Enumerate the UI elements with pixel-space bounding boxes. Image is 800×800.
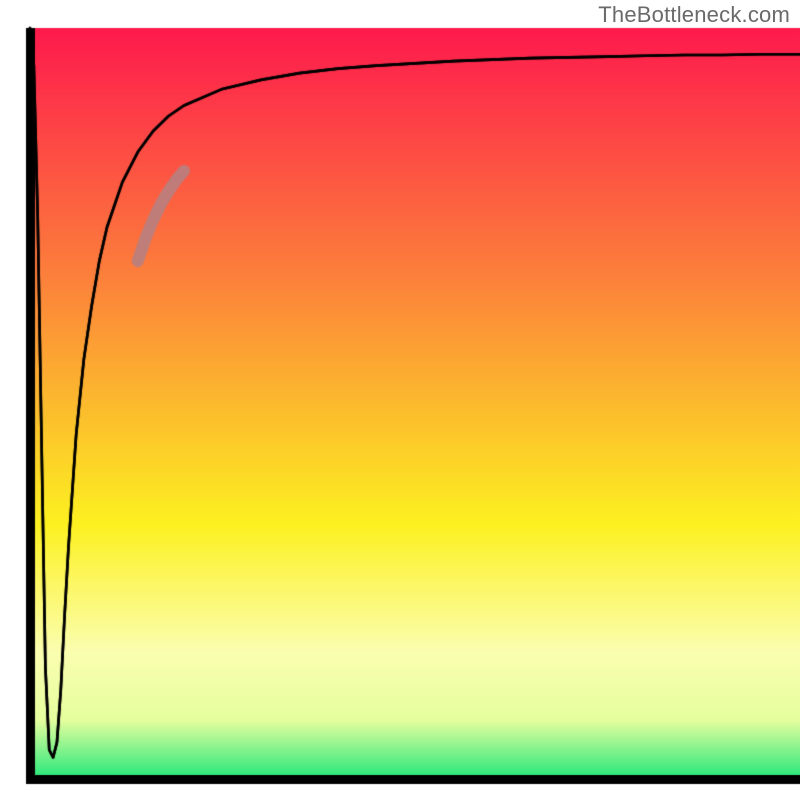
chart-container: TheBottleneck.com — [0, 0, 800, 800]
bottleneck-chart-canvas — [0, 0, 800, 800]
